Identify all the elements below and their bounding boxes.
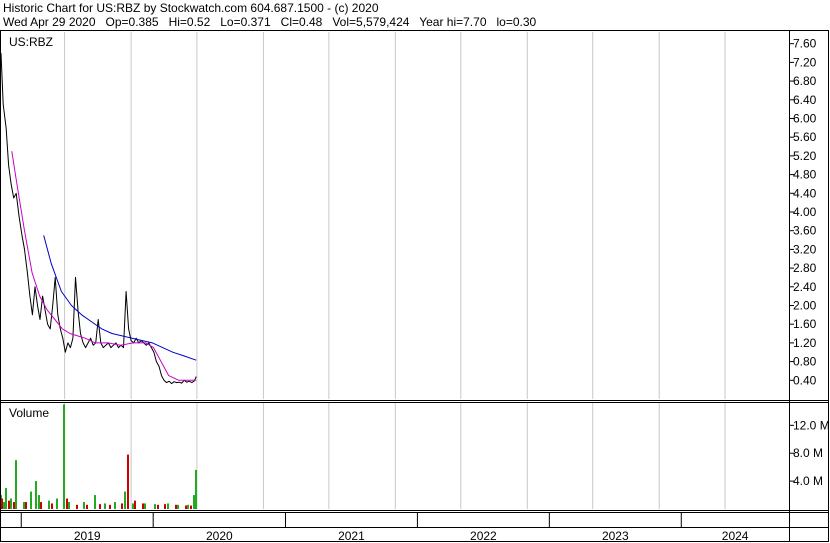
axis-labels: 0.40 0.80 1.20 1.60 2.00 2.40 2.80 3.20 3.60 4.00… bbox=[20, 37, 830, 543]
year-label: 2021 bbox=[338, 529, 365, 543]
moving-average-long-line bbox=[43, 235, 197, 361]
volume-panel-label: Volume bbox=[9, 406, 49, 420]
price-tick-label: 1.60 bbox=[793, 317, 817, 331]
price-tick-label: 4.40 bbox=[793, 186, 817, 200]
price-tick-label: 5.20 bbox=[793, 149, 817, 163]
symbol-label: US:RBZ bbox=[9, 35, 53, 49]
price-tick-label: 4.00 bbox=[793, 205, 817, 219]
moving-average-short-line bbox=[11, 151, 197, 381]
price-tick-label: 7.60 bbox=[793, 37, 817, 51]
year-label: 2022 bbox=[470, 529, 497, 543]
year-label: 2019 bbox=[74, 529, 101, 543]
price-line bbox=[0, 52, 197, 385]
year-label: 2020 bbox=[206, 529, 233, 543]
volume-tick-label: 12.0 M bbox=[793, 418, 830, 432]
price-tick-label: 1.20 bbox=[793, 336, 817, 350]
chart-frame bbox=[0, 30, 829, 542]
volume-tick-label: 4.0 M bbox=[793, 474, 823, 488]
price-tick-label: 2.80 bbox=[793, 261, 817, 275]
price-tick-label: 6.00 bbox=[793, 111, 817, 125]
grid-lines bbox=[64, 32, 726, 509]
price-tick-label: 3.60 bbox=[793, 224, 817, 238]
price-series bbox=[0, 52, 197, 385]
price-tick-label: 2.00 bbox=[793, 298, 817, 312]
price-tick-label: 6.40 bbox=[793, 93, 817, 107]
year-label: 2023 bbox=[602, 529, 629, 543]
price-tick-label: 7.20 bbox=[793, 55, 817, 69]
price-tick-label: 6.80 bbox=[793, 74, 817, 88]
volume-bars bbox=[0, 404, 197, 509]
volume-tick-label: 8.0 M bbox=[793, 446, 823, 460]
stock-chart: 0.40 0.80 1.20 1.60 2.00 2.40 2.80 3.20 3.60 4.00… bbox=[0, 30, 830, 543]
outer-frame bbox=[0, 30, 829, 542]
year-label: 2024 bbox=[722, 529, 749, 543]
price-tick-label: 5.60 bbox=[793, 130, 817, 144]
price-tick-label: 0.80 bbox=[793, 355, 817, 369]
price-tick-label: 0.40 bbox=[793, 373, 817, 387]
price-tick-label: 2.40 bbox=[793, 280, 817, 294]
price-tick-label: 3.20 bbox=[793, 242, 817, 256]
price-tick-label: 4.80 bbox=[793, 168, 817, 182]
